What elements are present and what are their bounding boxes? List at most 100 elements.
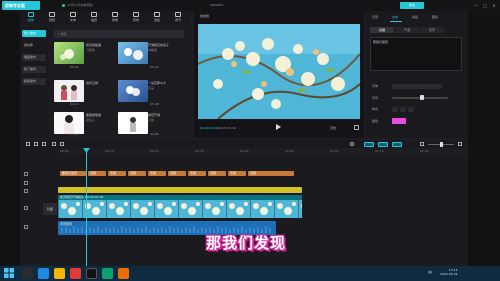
subtitle-clip[interactable]: 字幕 [88,171,106,176]
category-sidebar: 导入素材 素材库 收藏素材 热门素材 搞笑素材 [20,26,48,138]
subtitle-clip[interactable]: 字幕 [128,171,146,176]
tab-animation[interactable]: 动画 [412,15,418,19]
tick-label: 01:20 [420,149,429,153]
redo-icon[interactable] [42,142,46,146]
category-favorites[interactable]: 收藏素材 [22,54,46,61]
tick-label: 01:00 [330,149,339,153]
tab-subtitle[interactable]: 字幕 [372,15,378,19]
playhead[interactable] [86,148,87,266]
cover-button[interactable]: 封面 [43,203,57,215]
minimize-button[interactable]: — [472,2,480,9]
text-icon [70,12,76,17]
video-track-icon[interactable] [24,206,28,210]
player-video[interactable] [198,24,360,119]
export-button[interactable]: 导出 [400,2,424,9]
media-thumb-6[interactable] [118,112,148,134]
split-icon[interactable] [52,142,56,146]
draft-title-text: 12月14日剪映草稿 [67,3,93,7]
media-thumb-4[interactable] [118,80,148,102]
snap-toggle-button[interactable] [364,142,374,147]
tool-audio[interactable]: 音频 [43,12,61,24]
draft-title: 12月14日剪映草稿 [62,3,93,7]
size-slider-handle[interactable] [420,95,424,100]
font-label: 字体 [372,84,379,88]
text-content-value: 那我们发现 [373,40,389,44]
sticker-track-icon[interactable] [24,189,28,193]
tick-label: 00:50 [285,149,294,153]
select-tool-icon[interactable] [26,142,30,146]
color-swatch[interactable] [392,118,406,124]
aspect-ratio-select[interactable]: 原始 [330,126,336,130]
subtitle-clip[interactable]: 字幕 [228,171,246,176]
taskbar-app-record-icon[interactable] [118,268,129,279]
category-library[interactable]: 素材库 [22,42,46,49]
taskbar-date: 2022-06-24 [440,272,458,276]
style-bold[interactable] [392,107,398,112]
text-track-lock-icon[interactable] [24,181,28,185]
subtitle-clip[interactable]: 字幕 [108,171,126,176]
text-track-icon[interactable] [24,172,28,176]
taskbar-clock[interactable]: 13:13 2022-06-24 [440,268,457,276]
zoom-slider-handle[interactable] [440,142,443,147]
preview-axis-button[interactable] [392,142,402,147]
play-icon[interactable] [276,124,281,130]
windows-start-icon[interactable] [4,268,14,278]
undo-icon[interactable] [34,142,38,146]
tab-text[interactable]: 文本 [392,15,398,19]
tool-filter[interactable]: 滤镜 [148,12,166,24]
record-icon[interactable] [350,142,354,146]
media-icon [28,12,34,17]
subtitle-clip[interactable]: 字幕 [248,171,294,176]
tool-text[interactable]: 文本 [64,12,82,24]
taskbar-app-explorer-icon[interactable] [22,268,33,279]
taskbar-app-folder-icon[interactable] [54,268,65,279]
category-import[interactable]: 导入素材 [22,30,46,37]
window-title: 4294461 [210,3,224,7]
maximize-button[interactable]: □ [481,2,489,9]
tool-sticker[interactable]: 贴纸 [85,12,103,24]
close-button[interactable]: ✕ [490,2,498,9]
taskbar-app-capcut-icon[interactable] [86,268,97,279]
timeline-ruler[interactable] [58,148,468,154]
category-hot[interactable]: 热门素材 [22,66,46,73]
media-thumb-2[interactable] [118,42,148,64]
subtab-basic[interactable]: 基础 [370,27,394,33]
zoom-in-icon[interactable] [458,142,462,146]
delete-icon[interactable] [60,142,64,146]
media-duration-3: 04:11 [70,102,79,106]
media-thumb-5[interactable] [54,112,84,134]
tool-effects[interactable]: 特效 [106,12,124,24]
input-language[interactable]: 中 [428,270,432,276]
media-duration-6: 04:05 [150,132,159,136]
taskbar-app-chat-icon[interactable] [102,268,113,279]
media-search-input[interactable]: ⌕ 搜索 [54,30,184,38]
subtab-fancy[interactable]: 花字 [420,27,444,33]
category-funny[interactable]: 搞笑素材 [22,78,46,85]
link-toggle-button[interactable] [378,142,388,147]
tool-media[interactable]: 媒体 [22,12,40,24]
subtitle-clip[interactable]: 字幕 [188,171,206,176]
subtitle-clip[interactable]: 字幕 [168,171,186,176]
zoom-out-icon[interactable] [420,142,424,146]
media-thumb-3[interactable] [54,80,84,102]
taskbar-app-media-icon[interactable] [70,268,81,279]
video-filmstrip [58,200,302,218]
subtab-bubble[interactable]: 气泡 [395,27,419,33]
sticker-clip[interactable] [58,187,302,193]
size-label: 字号 [372,96,379,100]
main-video-clip[interactable] [58,200,302,218]
audio-track-icon[interactable] [24,225,28,229]
taskbar-app-browser-icon[interactable] [38,268,49,279]
tool-transition[interactable]: 转场 [127,12,145,24]
subtitle-clip[interactable]: 字幕 [208,171,226,176]
style-italic[interactable] [400,107,406,112]
tab-read[interactable]: 朗读 [432,15,438,19]
tool-adjust[interactable]: 调节 [169,12,187,24]
media-thumb-1[interactable] [54,42,84,64]
desktop-edge-right [468,11,500,266]
font-select[interactable] [392,84,442,89]
subtitle-clip[interactable]: 字幕 [148,171,166,176]
style-underline[interactable] [408,107,414,112]
subtitle-clip[interactable]: 那我们发现 [60,171,86,176]
fullscreen-icon[interactable] [354,125,359,130]
